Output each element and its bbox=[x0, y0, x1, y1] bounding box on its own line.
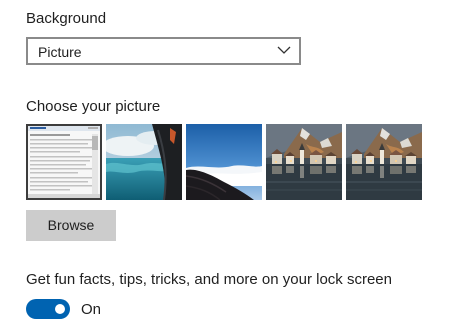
thumbnail-sea-cliff[interactable] bbox=[106, 124, 182, 200]
lock-screen-settings: Background Picture Choose your picture B… bbox=[0, 0, 455, 329]
background-label: Background bbox=[26, 10, 107, 27]
fun-facts-toggle[interactable] bbox=[26, 299, 70, 319]
background-dropdown-value: Picture bbox=[38, 44, 82, 60]
toggle-state-label: On bbox=[81, 301, 102, 318]
browse-button[interactable]: Browse bbox=[26, 210, 116, 241]
thumbnail-screenshot[interactable] bbox=[26, 124, 102, 200]
choose-picture-label: Choose your picture bbox=[26, 98, 161, 115]
chevron-down-icon bbox=[277, 43, 291, 57]
picture-thumbnails bbox=[26, 124, 426, 202]
fun-facts-label: Get fun facts, tips, tricks, and more on… bbox=[26, 271, 392, 288]
toggle-knob bbox=[55, 304, 65, 314]
background-dropdown[interactable]: Picture bbox=[26, 37, 301, 65]
thumbnail-lakeside-village-2[interactable] bbox=[346, 124, 422, 200]
thumbnail-clouds-slope[interactable] bbox=[186, 124, 262, 200]
thumbnail-lakeside-village[interactable] bbox=[266, 124, 342, 200]
